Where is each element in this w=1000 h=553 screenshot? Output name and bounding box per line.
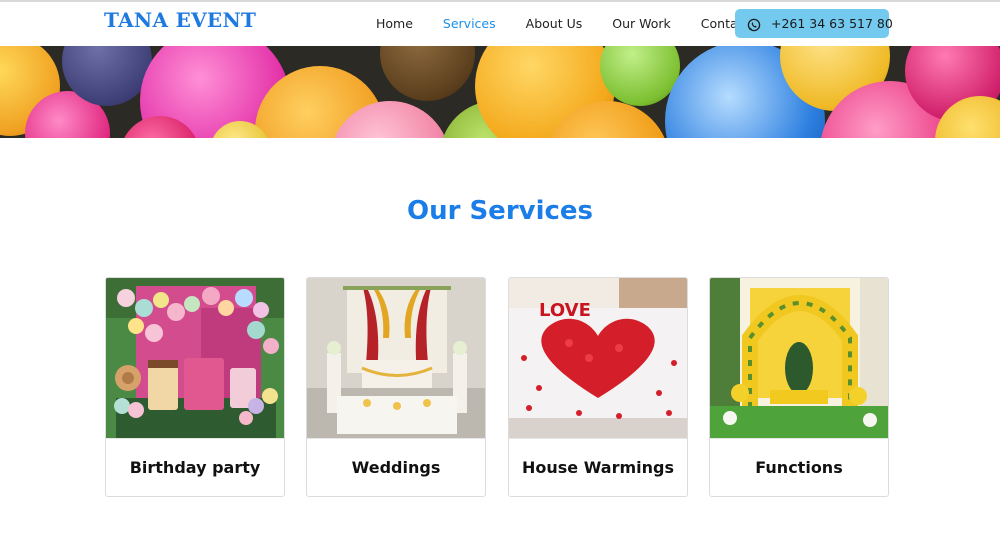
- nav-link-home[interactable]: Home: [376, 16, 413, 31]
- service-card-house-warmings[interactable]: LOVE House Warmings: [508, 277, 688, 497]
- nav-menu: Home Services About Us Our Work Contact: [376, 16, 779, 31]
- services-cards: Birthday party Weddings LOVE House Warmi…: [105, 277, 890, 497]
- service-card-weddings[interactable]: Weddings: [306, 277, 486, 497]
- nav-link-services[interactable]: Services: [443, 16, 496, 31]
- house-warmings-image: LOVE: [509, 278, 687, 438]
- service-card-title: Functions: [710, 438, 888, 496]
- section-title: Our Services: [406, 196, 594, 226]
- nav-link-our-work[interactable]: Our Work: [612, 16, 671, 31]
- service-card-title: Birthday party: [106, 438, 284, 496]
- service-card-title: Weddings: [307, 438, 485, 496]
- navbar: TANA EVENT Home Services About Us Our Wo…: [0, 2, 1000, 46]
- hero-banner-image: [0, 46, 1000, 138]
- service-card-birthday-party[interactable]: Birthday party: [105, 277, 285, 497]
- nav-link-about-us[interactable]: About Us: [526, 16, 583, 31]
- service-card-functions[interactable]: Functions: [709, 277, 889, 497]
- brand-logo[interactable]: TANA EVENT: [104, 8, 256, 32]
- contact-phone-number: +261 34 63 517 80: [771, 16, 893, 31]
- functions-image: [710, 278, 888, 438]
- svg-text:LOVE: LOVE: [539, 300, 591, 321]
- service-card-title: House Warmings: [509, 438, 687, 496]
- birthday-party-image: [106, 278, 284, 438]
- whatsapp-contact-button[interactable]: +261 34 63 517 80: [735, 9, 893, 38]
- whatsapp-icon: [747, 17, 761, 31]
- weddings-image: [307, 278, 485, 438]
